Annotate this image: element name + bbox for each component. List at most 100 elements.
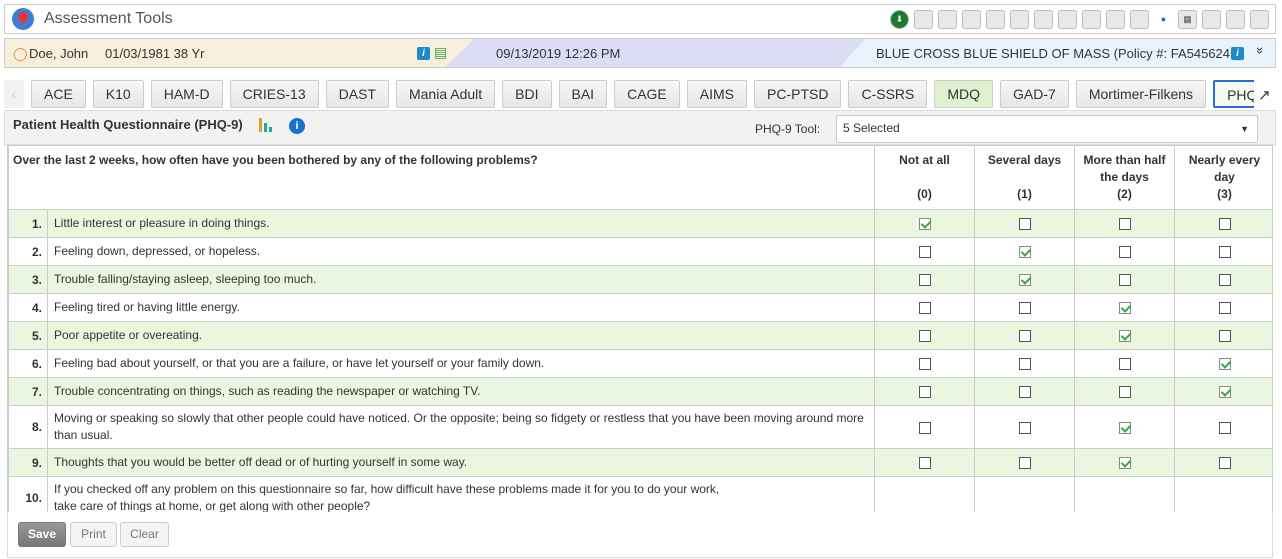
answer-checkbox[interactable] xyxy=(918,386,931,399)
cancel-sign-icon[interactable] xyxy=(1082,9,1101,29)
tab-gad-7[interactable]: GAD-7 xyxy=(1000,80,1069,108)
answer-checkbox[interactable] xyxy=(918,421,931,434)
phq9-tool-select[interactable]: 5 Selected ▼ xyxy=(836,115,1258,143)
answer-checkbox[interactable] xyxy=(1018,386,1031,399)
tab-mdq[interactable]: MDQ xyxy=(934,80,994,108)
answer-checkbox[interactable] xyxy=(1218,302,1231,315)
answer-checkbox[interactable] xyxy=(1018,246,1031,259)
insurance-info-icon[interactable]: i xyxy=(1231,47,1244,60)
column-score: (2) xyxy=(1117,187,1132,201)
ec-ep-icon[interactable] xyxy=(1010,9,1029,29)
tab-phq-9[interactable]: PHQ-9 xyxy=(1213,80,1254,108)
answer-checkbox[interactable] xyxy=(1118,386,1131,399)
answer-checkbox[interactable] xyxy=(1218,457,1231,470)
column-header: Not at all (0) xyxy=(874,145,976,210)
form-edit-icon[interactable] xyxy=(962,9,981,29)
question-row: 3. Trouble falling/staying asleep, sleepi… xyxy=(8,265,1272,294)
answer-cell xyxy=(1174,237,1272,266)
answer-checkbox[interactable] xyxy=(1018,457,1031,470)
answer-checkbox[interactable] xyxy=(1118,246,1131,259)
answer-checkbox[interactable] xyxy=(918,457,931,470)
question-text: Trouble falling/staying asleep, sleeping… xyxy=(46,265,876,294)
clear-button[interactable]: Clear xyxy=(120,522,169,547)
pencil-return-icon[interactable] xyxy=(1058,9,1077,29)
answer-checkbox[interactable] xyxy=(1218,421,1231,434)
message-icon[interactable]: ▤ xyxy=(434,44,447,61)
answer-checkbox[interactable] xyxy=(1218,246,1231,259)
mu-dashboard-icon[interactable] xyxy=(938,9,957,29)
answer-cell xyxy=(1074,237,1176,266)
tab-cage[interactable]: CAGE xyxy=(614,80,680,108)
pencil-sign-icon[interactable] xyxy=(1034,9,1053,29)
column-label: Not at all xyxy=(899,153,950,167)
answer-checkbox[interactable] xyxy=(918,218,931,231)
tab-k10[interactable]: K10 xyxy=(92,80,144,108)
sticky-note-icon[interactable] xyxy=(986,9,1005,29)
tab-pc-ptsd[interactable]: PC-PTSD xyxy=(754,80,842,108)
answer-checkbox[interactable] xyxy=(1218,218,1231,231)
calculator-icon[interactable]: ▦ xyxy=(1178,9,1197,29)
answer-checkbox[interactable] xyxy=(918,274,931,287)
answer-checkbox[interactable] xyxy=(1118,457,1131,470)
answer-checkbox[interactable] xyxy=(1118,302,1131,315)
tv-user-icon[interactable] xyxy=(1250,9,1269,29)
question-number: 1. xyxy=(8,209,48,238)
answer-checkbox[interactable] xyxy=(918,330,931,343)
user-icon[interactable]: ● xyxy=(1154,9,1173,29)
folder-cloud-icon[interactable] xyxy=(1226,9,1245,29)
expand-chevron-icon[interactable]: » xyxy=(1253,47,1268,54)
answer-checkbox[interactable] xyxy=(1118,218,1131,231)
answer-checkbox[interactable] xyxy=(918,358,931,371)
answer-checkbox[interactable] xyxy=(1018,302,1031,315)
answer-checkbox[interactable] xyxy=(1018,421,1031,434)
tab-bdi[interactable]: BDI xyxy=(502,80,552,108)
tab-mania-adult[interactable]: Mania Adult xyxy=(395,80,496,108)
document-icon[interactable] xyxy=(1106,9,1125,29)
question-number: 9. xyxy=(8,448,48,477)
answer-checkbox[interactable] xyxy=(918,246,931,259)
calendar-edit-icon[interactable] xyxy=(1130,9,1149,29)
answer-cell xyxy=(874,265,976,294)
tab-mortimer-filkens[interactable]: Mortimer-Filkens xyxy=(1075,80,1207,108)
answer-checkbox[interactable] xyxy=(1118,421,1131,434)
patient-name[interactable]: Doe, John xyxy=(29,46,88,61)
external-link-icon[interactable]: ↗ xyxy=(1258,86,1271,104)
answer-cell xyxy=(974,377,1076,406)
answer-cell xyxy=(974,209,1076,238)
answer-checkbox[interactable] xyxy=(1018,330,1031,343)
answer-checkbox[interactable] xyxy=(918,302,931,315)
answer-checkbox[interactable] xyxy=(1218,330,1231,343)
tab-ham-d[interactable]: HAM-D xyxy=(150,80,223,108)
tab-bai[interactable]: BAI xyxy=(558,80,608,108)
answer-checkbox[interactable] xyxy=(1218,386,1231,399)
column-label: Nearly every day xyxy=(1188,153,1261,184)
answer-checkbox[interactable] xyxy=(1118,358,1131,371)
answer-checkbox[interactable] xyxy=(1118,274,1131,287)
column-label: More than half the days xyxy=(1083,153,1166,184)
question-number: 2. xyxy=(8,237,48,266)
answer-checkbox[interactable] xyxy=(1218,358,1231,371)
chart-icon[interactable] xyxy=(259,116,277,132)
tab-ace[interactable]: ACE xyxy=(31,80,86,108)
print-button[interactable]: Print xyxy=(70,522,117,547)
tab-aims[interactable]: AIMS xyxy=(686,80,747,108)
download-icon[interactable]: ⬇ xyxy=(890,9,909,29)
answer-checkbox[interactable] xyxy=(1018,358,1031,371)
tab-dast[interactable]: DAST xyxy=(325,80,389,108)
notes-icon[interactable] xyxy=(914,9,933,29)
tabs-scroll-left-button[interactable]: ‹ xyxy=(4,80,24,108)
tab-cries-13[interactable]: CRIES-13 xyxy=(229,80,319,108)
info-icon[interactable]: i xyxy=(289,118,305,134)
patient-info-icon[interactable]: i xyxy=(417,47,430,60)
visit-datetime: 09/13/2019 12:26 PM xyxy=(496,46,621,61)
tab-c-ssrs[interactable]: C-SSRS xyxy=(848,80,928,108)
answer-checkbox[interactable] xyxy=(1218,274,1231,287)
save-button[interactable]: Save xyxy=(18,522,66,547)
answer-checkbox[interactable] xyxy=(1018,218,1031,231)
id-card-icon[interactable] xyxy=(1202,9,1221,29)
assessment-tabs: ‹ ACE K10 HAM-D CRIES-13 DAST Mania Adult BDI B… xyxy=(4,80,1254,108)
answer-checkbox[interactable] xyxy=(1118,330,1131,343)
questionnaire-table-wrapper[interactable]: Over the last 2 weeks, how often have yo… xyxy=(7,145,1273,512)
answer-checkbox[interactable] xyxy=(1018,274,1031,287)
answer-cell xyxy=(1074,321,1176,350)
